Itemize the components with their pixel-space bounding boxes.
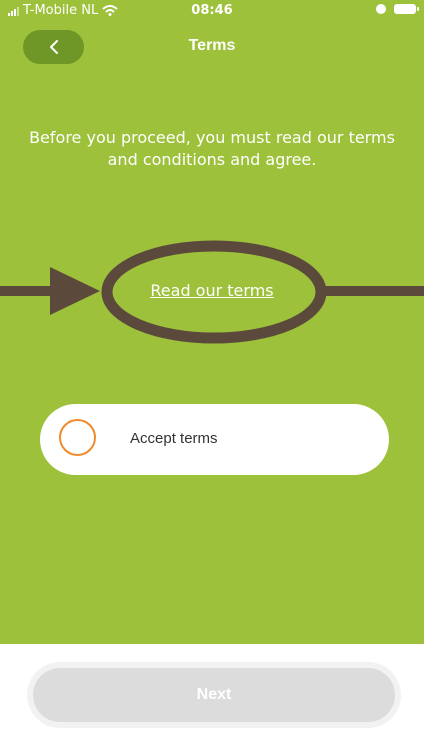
next-button-container: Next — [27, 662, 401, 728]
next-button[interactable]: Next — [33, 668, 395, 722]
page-title: Terms — [188, 37, 236, 54]
intro-text: Before you proceed, you must read our te… — [29, 128, 395, 169]
clock: 08:46 — [191, 3, 233, 18]
accept-radio[interactable] — [59, 419, 96, 456]
accept-terms-label: Accept terms — [130, 430, 218, 447]
alarm-icon — [376, 4, 386, 14]
battery-icon — [394, 4, 419, 14]
read-terms-link[interactable]: Read our terms — [0, 281, 424, 300]
accept-terms-toggle[interactable]: Accept terms — [40, 404, 389, 475]
status-bar: T-Mobile NL 08:46 — [0, 0, 424, 22]
